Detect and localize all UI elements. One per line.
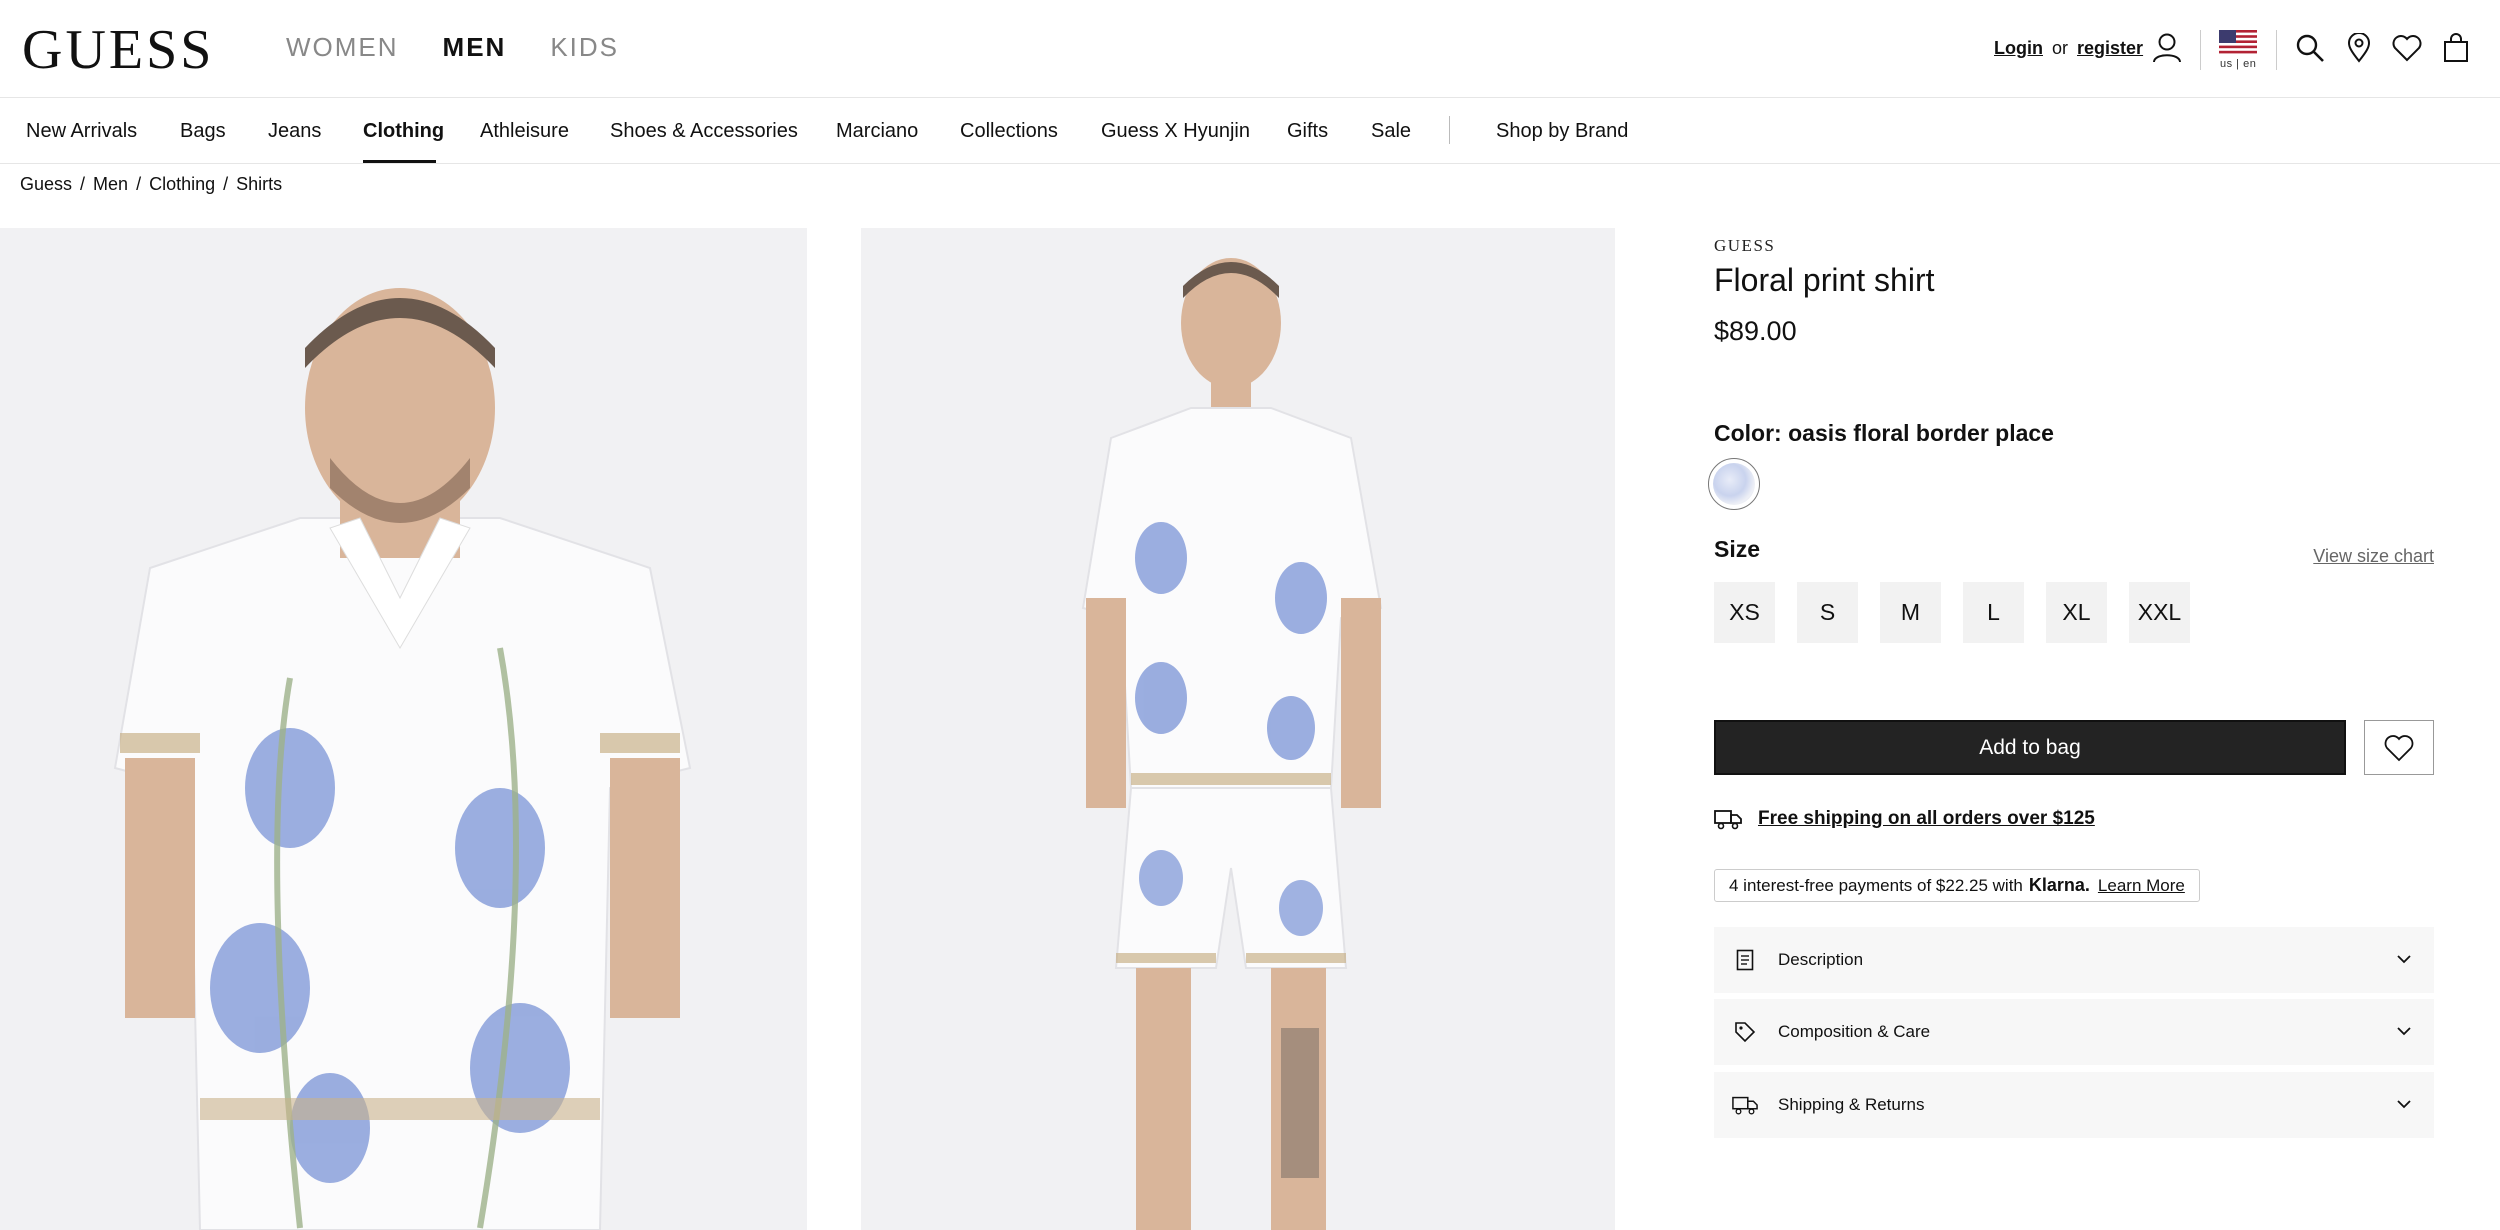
tag-icon <box>1732 1019 1758 1045</box>
heart-icon <box>2384 734 2414 761</box>
tab-kids[interactable]: KIDS <box>550 32 619 63</box>
klarna-payment-banner: 4 interest-free payments of $22.25 with … <box>1714 869 2200 902</box>
klarna-logo: Klarna. <box>2028 875 2090 895</box>
nav-item-athleisure[interactable]: Athleisure <box>480 120 569 143</box>
klarna-learn-more-link[interactable]: Learn More <box>2098 876 2185 896</box>
store-locator-icon[interactable] <box>2339 28 2379 68</box>
nav-item-shop-by-brand[interactable]: Shop by Brand <box>1496 120 1628 143</box>
breadcrumb: Guess / Men / Clothing / Shirts <box>20 174 282 195</box>
nav-item-marciano[interactable]: Marciano <box>836 120 918 143</box>
accordion-label: Shipping & Returns <box>1778 1095 1925 1114</box>
tab-men[interactable]: MEN <box>443 32 507 63</box>
nav-item-gifts[interactable]: Gifts <box>1287 120 1328 143</box>
tab-women[interactable]: WOMEN <box>286 32 399 63</box>
login-link[interactable]: Login <box>1994 38 2043 58</box>
nav-item-new-arrivals[interactable]: New Arrivals <box>26 120 137 143</box>
site-header: GUESS WOMEN MEN KIDS Login or register u… <box>0 0 2500 98</box>
header-divider-2 <box>2276 30 2277 70</box>
breadcrumb-men[interactable]: Men <box>93 174 128 195</box>
delivery-truck-icon <box>1714 810 1742 830</box>
color-swatch-fill <box>1713 463 1755 505</box>
breadcrumb-shirts[interactable]: Shirts <box>236 174 282 195</box>
auth-links: Login or register <box>1994 38 2143 59</box>
shopping-bag-icon[interactable] <box>2436 28 2476 68</box>
size-option-xxl[interactable]: XXL <box>2129 582 2190 643</box>
add-to-bag-button[interactable]: Add to bag <box>1714 720 2346 775</box>
gender-nav: WOMEN MEN KIDS <box>286 32 619 63</box>
wishlist-icon[interactable] <box>2387 28 2427 68</box>
size-option-xl[interactable]: XL <box>2046 582 2107 643</box>
nav-divider <box>1449 116 1450 144</box>
or-text: or <box>2052 38 2069 58</box>
account-icon[interactable] <box>2147 28 2187 68</box>
chevron-down-icon <box>2397 1027 2411 1036</box>
us-flag-icon[interactable] <box>2219 30 2257 54</box>
guess-logo[interactable]: GUESS <box>22 20 214 80</box>
accordion-description[interactable]: Description <box>1714 927 2434 993</box>
product-title: Floral print shirt <box>1714 262 1935 298</box>
document-icon <box>1732 947 1758 973</box>
nav-item-shoes-accessories[interactable]: Shoes & Accessories <box>610 120 798 143</box>
chevron-down-icon <box>2397 1100 2411 1109</box>
free-shipping-link[interactable]: Free shipping on all orders over $125 <box>1758 808 2095 830</box>
nav-item-guess-x-hyunjin[interactable]: Guess X Hyunjin <box>1101 120 1250 143</box>
category-nav: New Arrivals Bags Jeans Clothing Athleis… <box>0 98 2500 164</box>
accordion-label: Composition & Care <box>1778 1022 1931 1041</box>
register-link[interactable]: register <box>2077 38 2143 58</box>
nav-item-bags[interactable]: Bags <box>180 120 226 143</box>
accordion-composition-care[interactable]: Composition & Care <box>1714 999 2434 1065</box>
chevron-down-icon <box>2397 955 2411 964</box>
header-divider <box>2200 30 2201 70</box>
nav-item-collections[interactable]: Collections <box>960 120 1058 143</box>
nav-item-sale[interactable]: Sale <box>1371 120 1411 143</box>
nav-item-clothing[interactable]: Clothing <box>363 120 444 143</box>
color-swatch[interactable] <box>1708 458 1760 510</box>
size-option-xs[interactable]: XS <box>1714 582 1775 643</box>
size-option-s[interactable]: S <box>1797 582 1858 643</box>
accordion-label: Description <box>1778 950 1864 969</box>
locale-label[interactable]: us | en <box>2220 58 2256 70</box>
size-label: Size <box>1714 536 1761 562</box>
breadcrumb-separator: / <box>223 174 229 194</box>
color-label: Color: oasis floral border place <box>1714 420 2054 446</box>
active-nav-underline <box>363 160 436 163</box>
free-shipping-promo: Free shipping on all orders over $125 <box>1714 808 2095 830</box>
product-price: $89.00 <box>1714 316 1797 346</box>
view-size-chart-link[interactable]: View size chart <box>2313 546 2434 567</box>
search-icon[interactable] <box>2290 28 2330 68</box>
size-option-l[interactable]: L <box>1963 582 2024 643</box>
breadcrumb-separator: / <box>80 174 86 194</box>
nav-item-jeans[interactable]: Jeans <box>268 120 321 143</box>
product-image-front[interactable] <box>0 228 807 1230</box>
breadcrumb-separator: / <box>136 174 142 194</box>
size-selector: XS S M L XL XXL <box>1714 582 2190 643</box>
truck-icon <box>1732 1092 1758 1118</box>
product-image-full-body[interactable] <box>861 228 1615 1230</box>
size-option-m[interactable]: M <box>1880 582 1941 643</box>
breadcrumb-guess[interactable]: Guess <box>20 174 72 195</box>
accordion-shipping-returns[interactable]: Shipping & Returns <box>1714 1072 2434 1138</box>
product-brand: GUESS <box>1714 236 1776 255</box>
klarna-text: 4 interest-free payments of $22.25 with <box>1729 875 2023 895</box>
add-to-wishlist-button[interactable] <box>2364 720 2434 775</box>
breadcrumb-clothing[interactable]: Clothing <box>149 174 215 195</box>
